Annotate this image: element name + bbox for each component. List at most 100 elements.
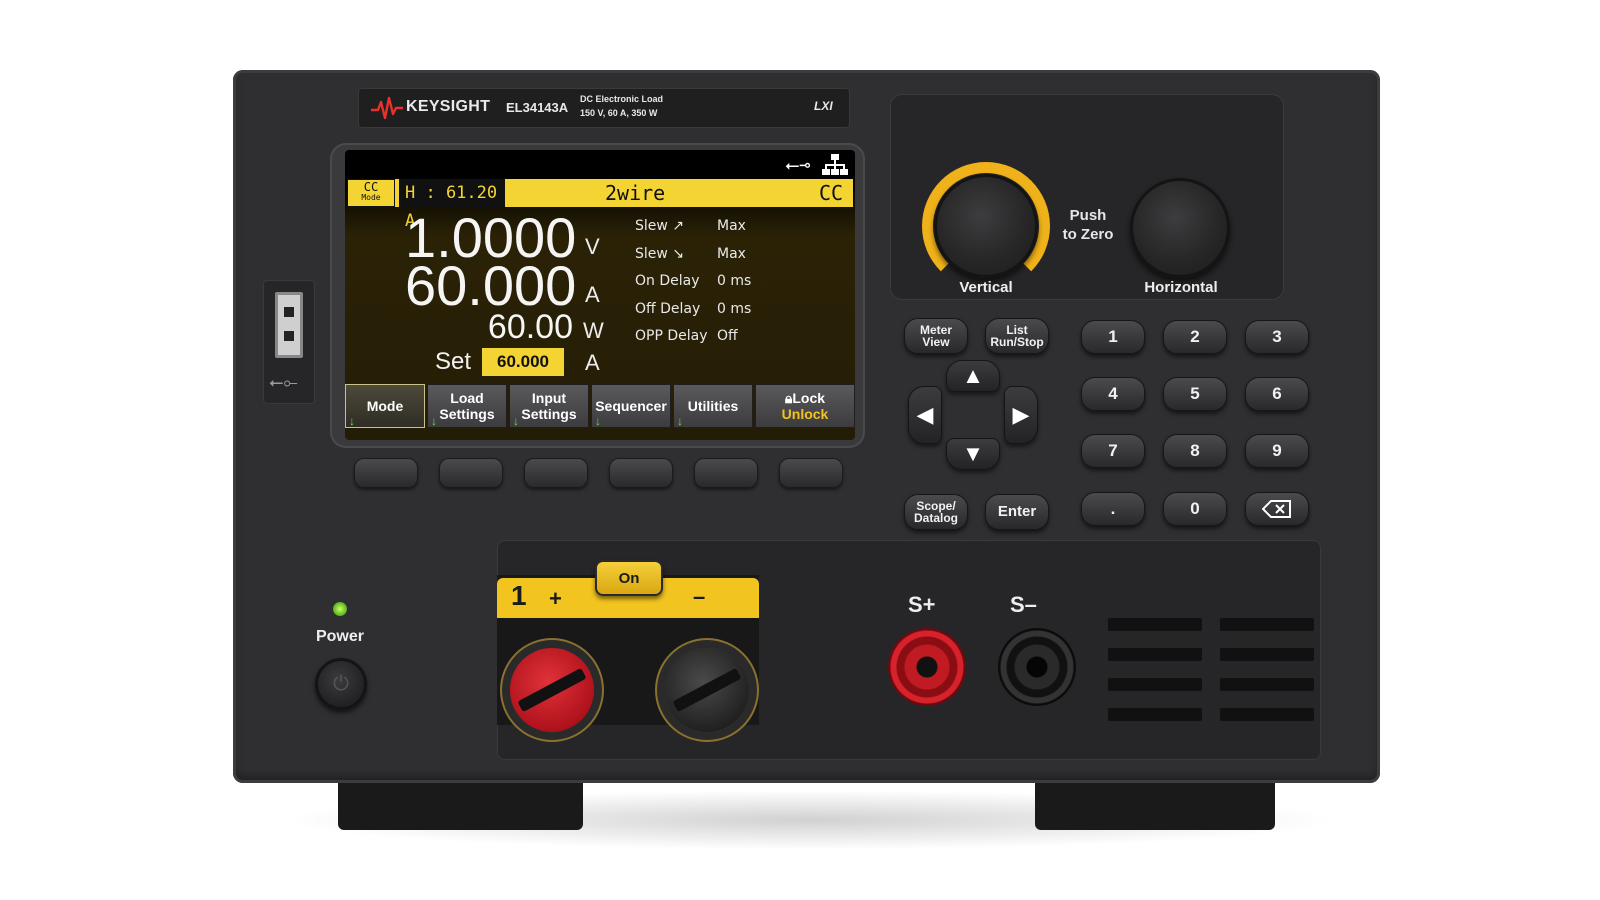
channel-number: 1 xyxy=(511,580,527,611)
vent-slot xyxy=(1108,678,1202,691)
key-2[interactable]: 2 xyxy=(1163,320,1227,354)
horizontal-knob-label: Horizontal xyxy=(1144,279,1218,296)
softkey-button-5[interactable] xyxy=(694,458,758,488)
softkey-utilities[interactable]: Utilities ↓ xyxy=(673,384,753,428)
softkey-button-6[interactable] xyxy=(779,458,843,488)
softkey-button-2[interactable] xyxy=(439,458,503,488)
power-unit: W xyxy=(583,318,604,343)
submenu-arrow-icon: ↓ xyxy=(431,414,437,428)
softkey-label: Utilities xyxy=(687,398,739,414)
knob-panel: Push to Zero Vertical Horizontal xyxy=(890,94,1284,300)
key-9[interactable]: 9 xyxy=(1245,434,1309,468)
voltage-unit: V xyxy=(585,234,600,259)
up-arrow-button[interactable]: ▲ xyxy=(946,360,1000,392)
sense-plus-label: S+ xyxy=(908,592,936,617)
foot-left xyxy=(338,775,583,830)
key-decimal[interactable]: . xyxy=(1081,492,1145,526)
arrow-down-icon: ▼ xyxy=(962,441,984,466)
model-number: EL34143A xyxy=(506,100,569,115)
power-readout: 60.00 xyxy=(487,308,573,346)
vent-slot xyxy=(1108,648,1202,661)
key-0[interactable]: 0 xyxy=(1163,492,1227,526)
scope-datalog-button[interactable]: Scope/ Datalog xyxy=(904,494,968,530)
enter-button[interactable]: Enter xyxy=(985,494,1049,530)
key-5[interactable]: 5 xyxy=(1163,377,1227,411)
softkey-button-4[interactable] xyxy=(609,458,673,488)
key-8[interactable]: 8 xyxy=(1163,434,1227,468)
key-6[interactable]: 6 xyxy=(1245,377,1309,411)
keysight-logo-icon xyxy=(371,96,403,120)
vent-slot xyxy=(1220,618,1314,631)
submenu-arrow-icon: ↓ xyxy=(349,414,355,428)
left-arrow-button[interactable]: ◀ xyxy=(908,386,942,444)
right-arrow-button[interactable]: ▶ xyxy=(1004,386,1038,444)
vent-slot xyxy=(1220,708,1314,721)
model-description: DC Electronic Load xyxy=(580,94,664,104)
softkey-label: Input xyxy=(531,390,567,406)
param-value: 0 ms xyxy=(717,273,752,289)
sense-plus-jack[interactable] xyxy=(888,628,966,706)
set-label: Set xyxy=(435,348,472,375)
arrow-left-icon: ◀ xyxy=(916,402,934,427)
brand-name: KEYSIGHT xyxy=(406,98,491,115)
softkey-button-1[interactable] xyxy=(354,458,418,488)
terminal-slot xyxy=(672,667,742,713)
list-run-stop-button[interactable]: List Run/Stop xyxy=(985,318,1049,354)
key-3[interactable]: 3 xyxy=(1245,320,1309,354)
param-label: Slew ↘ xyxy=(635,246,685,262)
sense-minus-label: S– xyxy=(1010,592,1037,617)
power-icon: ⏻ xyxy=(333,672,349,695)
arrow-right-icon: ▶ xyxy=(1012,402,1030,427)
softkey-mode[interactable]: Mode ↓ xyxy=(345,384,425,428)
sense-minus-jack[interactable] xyxy=(998,628,1076,706)
softkey-lock-unlock[interactable]: 🔒︎Lock Unlock xyxy=(755,384,855,428)
softkey-label: Sequencer xyxy=(595,398,667,414)
power-button[interactable]: ⏻ xyxy=(315,658,367,710)
softkey-label: Unlock xyxy=(781,406,829,422)
positive-terminal[interactable] xyxy=(510,648,594,732)
current-unit: A xyxy=(585,282,600,307)
softkey-labels: Mode ↓ Load Settings ↓ Input Settings ↓ … xyxy=(345,384,855,440)
usb-slot[interactable] xyxy=(275,292,303,358)
negative-terminal[interactable] xyxy=(665,648,749,732)
down-arrow-button[interactable]: ▼ xyxy=(946,438,1000,470)
input-on-button[interactable]: On xyxy=(595,560,663,596)
key-7[interactable]: 7 xyxy=(1081,434,1145,468)
key-4[interactable]: 4 xyxy=(1081,377,1145,411)
vertical-knob-label: Vertical xyxy=(959,279,1013,296)
backspace-icon xyxy=(1262,500,1291,518)
softkey-label: Settings xyxy=(521,406,577,422)
softkey-sequencer[interactable]: Sequencer ↓ xyxy=(591,384,671,428)
horizontal-knob[interactable] xyxy=(1130,178,1230,278)
softkey-load-settings[interactable]: Load Settings ↓ xyxy=(427,384,507,428)
regulation-status: CC xyxy=(819,181,844,205)
vent-slot xyxy=(1220,678,1314,691)
front-usb-port[interactable]: ⭠⟜ xyxy=(263,280,315,404)
param-label: OPP Delay xyxy=(635,328,708,344)
softkey-button-3[interactable] xyxy=(524,458,588,488)
setpoint-field[interactable]: 60.000 xyxy=(482,348,564,376)
push-to-zero-label: Push to Zero xyxy=(1062,207,1114,243)
mode-value: CC xyxy=(363,180,379,194)
vent-slot xyxy=(1108,708,1202,721)
softkey-input-settings[interactable]: Input Settings ↓ xyxy=(509,384,589,428)
setpoint-unit: A xyxy=(585,350,600,375)
softkey-label: Load xyxy=(450,390,484,406)
vertical-knob[interactable] xyxy=(934,174,1038,278)
plus-label: + xyxy=(549,586,562,611)
param-value: Max xyxy=(717,218,746,234)
usb-icon: ⭠⊸ xyxy=(785,155,811,176)
mode-indicator: CC Mode xyxy=(347,179,395,207)
meter-view-button[interactable]: Meter View xyxy=(904,318,968,354)
foot-right xyxy=(1035,775,1275,830)
vent-slot xyxy=(1220,648,1314,661)
power-led xyxy=(333,602,347,616)
param-value: Max xyxy=(717,246,746,262)
param-label: Off Delay xyxy=(635,301,701,317)
key-1[interactable]: 1 xyxy=(1081,320,1145,354)
lxi-logo: LXI xyxy=(814,99,833,113)
submenu-arrow-icon: ↓ xyxy=(513,414,519,428)
backspace-button[interactable] xyxy=(1245,492,1309,526)
softkey-label: Settings xyxy=(439,406,495,422)
param-label: Slew ↗ xyxy=(635,218,685,234)
